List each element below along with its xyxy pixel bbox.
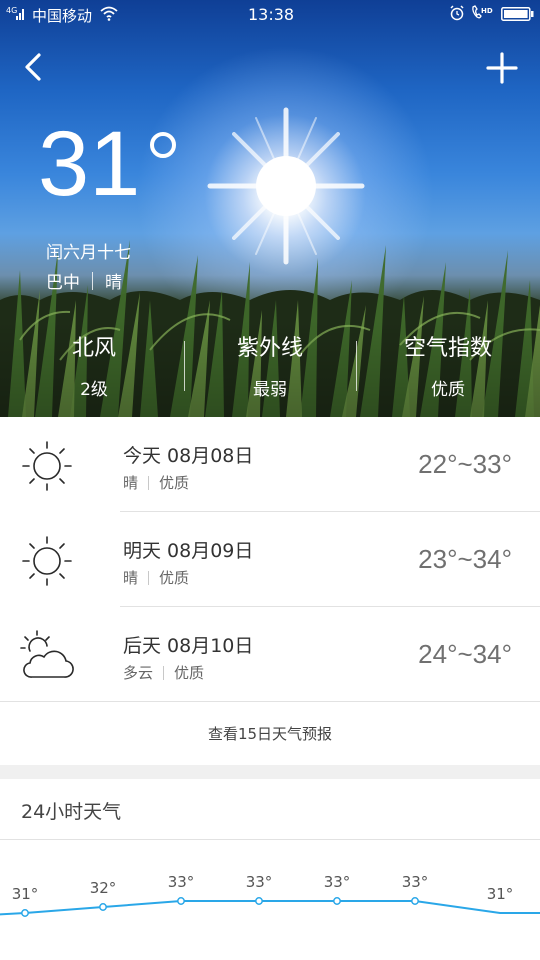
current-temperature: 31 — [38, 113, 141, 215]
status-time: 13:38 — [248, 5, 295, 24]
hourly-point — [99, 903, 107, 911]
forecast-summary: 晴 优质 — [123, 567, 189, 588]
forecast-temp-range: 22°~33° — [418, 449, 512, 479]
hourly-temp-label: 31° — [487, 885, 514, 903]
forecast-date: 今天 08月08日 — [123, 445, 254, 467]
divider — [92, 271, 93, 290]
hourly-point — [411, 897, 419, 905]
current-condition: 晴 — [105, 273, 122, 293]
forecast-temp-range: 23°~34° — [418, 544, 512, 574]
metric-uv[interactable]: 紫外线 最弱 — [184, 335, 356, 402]
forecast-summary: 晴 优质 — [123, 472, 189, 493]
forecast-date: 明天 08月09日 — [123, 540, 254, 562]
forecast-row-today[interactable]: 今天 08月08日 晴 优质 22°~33° — [0, 417, 540, 512]
hourly-temp-label: 33° — [168, 873, 195, 891]
metric-title: 北风 — [71, 336, 116, 361]
location-row: 巴中 晴 — [46, 268, 122, 293]
forecast-condition: 晴 — [123, 474, 139, 492]
sun-icon — [22, 536, 72, 586]
carrier-name: 中国移动 — [32, 7, 93, 25]
forecast-date: 后天 08月10日 — [123, 635, 254, 657]
section-gap — [0, 765, 540, 779]
view-15-day-forecast-link[interactable]: 查看15日天气预报 — [0, 703, 540, 765]
partly-cloudy-icon — [20, 630, 74, 678]
hd-label: HD — [481, 7, 493, 15]
status-bar: 4G 中国移动 13:38 HD — [0, 0, 540, 30]
metric-value: 2级 — [80, 380, 108, 400]
hourly-point — [255, 897, 263, 905]
sun-icon — [22, 441, 72, 491]
forecast-condition: 多云 — [123, 664, 154, 682]
hourly-temp-label: 31° — [12, 885, 39, 903]
hourly-temp-label: 33° — [402, 873, 429, 891]
metric-value: 优质 — [431, 380, 465, 400]
hourly-point — [333, 897, 341, 905]
row-divider — [0, 701, 540, 702]
add-city-button[interactable] — [486, 52, 518, 84]
forecast-air: 优质 — [174, 664, 205, 682]
hourly-temperature-chart: 31° 32° 33° 33° 33° 33° 31° — [0, 873, 540, 917]
divider — [163, 665, 165, 680]
hourly-temperature-line — [0, 900, 540, 916]
forecast-summary: 多云 优质 — [123, 662, 204, 683]
weather-metrics: 北风 2级 紫外线 最弱 空气指数 优质 — [0, 335, 540, 405]
volte-hd-icon: HD — [472, 5, 493, 19]
forecast-temp-range: 24°~34° — [418, 639, 512, 669]
metric-air-quality[interactable]: 空气指数 优质 — [356, 335, 540, 402]
hourly-temp-label: 33° — [324, 873, 351, 891]
forecast-row-tomorrow[interactable]: 明天 08月09日 晴 优质 23°~34° — [0, 512, 540, 607]
hourly-temp-label: 33° — [246, 873, 273, 891]
forecast-row-day-after[interactable]: 后天 08月10日 多云 优质 24°~34° — [0, 607, 540, 702]
hourly-temp-label: 32° — [90, 879, 117, 897]
hourly-section-title: 24小时天气 — [21, 801, 122, 823]
chevron-left-icon — [25, 53, 41, 81]
hourly-point — [177, 897, 185, 905]
cellular-signal-icon: 4G — [6, 6, 24, 20]
metric-title: 紫外线 — [236, 336, 303, 361]
wifi-icon — [100, 6, 118, 21]
divider — [148, 475, 150, 490]
battery-icon — [501, 7, 534, 21]
divider — [148, 570, 150, 585]
location-name: 巴中 — [46, 273, 80, 293]
forecast-air: 优质 — [159, 474, 190, 492]
network-type-label: 4G — [6, 6, 17, 15]
lunar-date: 闰六月十七 — [46, 243, 131, 263]
back-button[interactable] — [20, 52, 48, 82]
metric-wind[interactable]: 北风 2级 — [0, 335, 188, 402]
hourly-point — [21, 909, 29, 917]
plus-icon — [486, 52, 518, 84]
degree-symbol — [150, 132, 176, 158]
metric-title: 空气指数 — [403, 336, 492, 361]
forecast-condition: 晴 — [123, 569, 139, 587]
forecast-air: 优质 — [159, 569, 190, 587]
alarm-icon — [450, 5, 464, 21]
metric-value: 最弱 — [253, 380, 287, 400]
